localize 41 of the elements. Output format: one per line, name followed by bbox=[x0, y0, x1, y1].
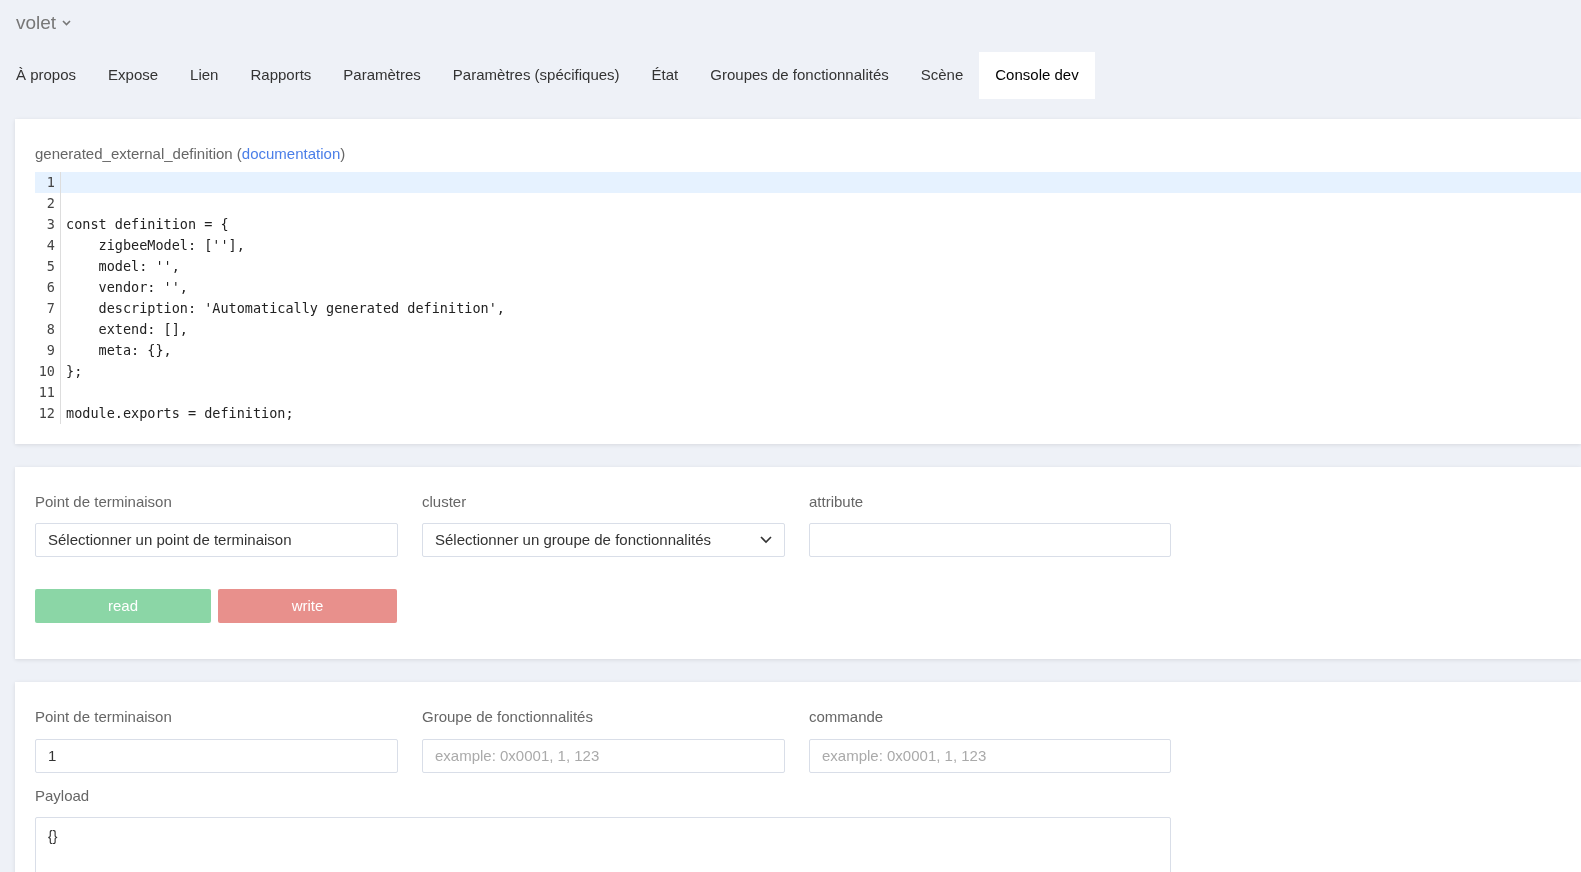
line-number: 10 bbox=[35, 360, 61, 382]
documentation-link[interactable]: documentation bbox=[241, 145, 341, 162]
line-number: 2 bbox=[35, 192, 61, 214]
input-field[interactable]: example: 0x0001, 1, 123 bbox=[809, 738, 1171, 773]
input-field[interactable]: 1 bbox=[35, 738, 398, 773]
tab[interactable]: Console dev bbox=[979, 52, 1095, 99]
dropdown-field[interactable]: Sélectionner un groupe de fonctionnalités bbox=[422, 523, 785, 557]
line-number: 6 bbox=[35, 276, 61, 298]
line-number: 9 bbox=[35, 339, 61, 361]
field-label: attribute bbox=[809, 491, 865, 512]
code-line: extend: [], bbox=[97, 319, 188, 339]
code-line: const definition = { bbox=[65, 214, 229, 234]
code-line: module.exports = definition; bbox=[65, 403, 294, 423]
line-number: 3 bbox=[35, 213, 61, 235]
line-number: 12 bbox=[35, 402, 61, 424]
field-label: Groupe de fonctionnalités bbox=[422, 707, 594, 727]
input-field[interactable] bbox=[809, 523, 1171, 557]
select-field[interactable]: Sélectionner un point de terminaison bbox=[35, 523, 398, 557]
code-line: meta: {}, bbox=[97, 340, 172, 360]
line-number: 7 bbox=[35, 297, 61, 319]
field-label: Point de terminaison bbox=[35, 491, 173, 512]
field-label: Payload bbox=[35, 785, 91, 806]
field-label: Point de terminaison bbox=[35, 707, 173, 727]
code-line: description: 'Automatically generated definition', bbox=[97, 298, 505, 318]
code-line: zigbeeModel: [''], bbox=[97, 235, 245, 255]
device-title[interactable]: volet bbox=[16, 9, 57, 38]
line-number: 5 bbox=[35, 255, 61, 277]
code-line: }; bbox=[65, 361, 83, 381]
chevron-down-icon[interactable] bbox=[62, 20, 72, 26]
field-label: commande bbox=[809, 707, 885, 727]
line-number: 11 bbox=[35, 381, 61, 403]
line-number: 1 bbox=[35, 171, 61, 193]
definition-label: generated_external_definition (documentation) bbox=[35, 145, 346, 162]
code-line: vendor: '', bbox=[97, 277, 188, 297]
line-number: 8 bbox=[35, 318, 61, 340]
field-label: cluster bbox=[422, 491, 468, 512]
input-field[interactable]: example: 0x0001, 1, 123 bbox=[422, 738, 785, 773]
line-number: 4 bbox=[35, 234, 61, 256]
payload-textarea[interactable]: {} bbox=[35, 817, 1171, 872]
chevron-down-icon bbox=[760, 536, 772, 544]
code-line: model: '', bbox=[97, 256, 180, 276]
